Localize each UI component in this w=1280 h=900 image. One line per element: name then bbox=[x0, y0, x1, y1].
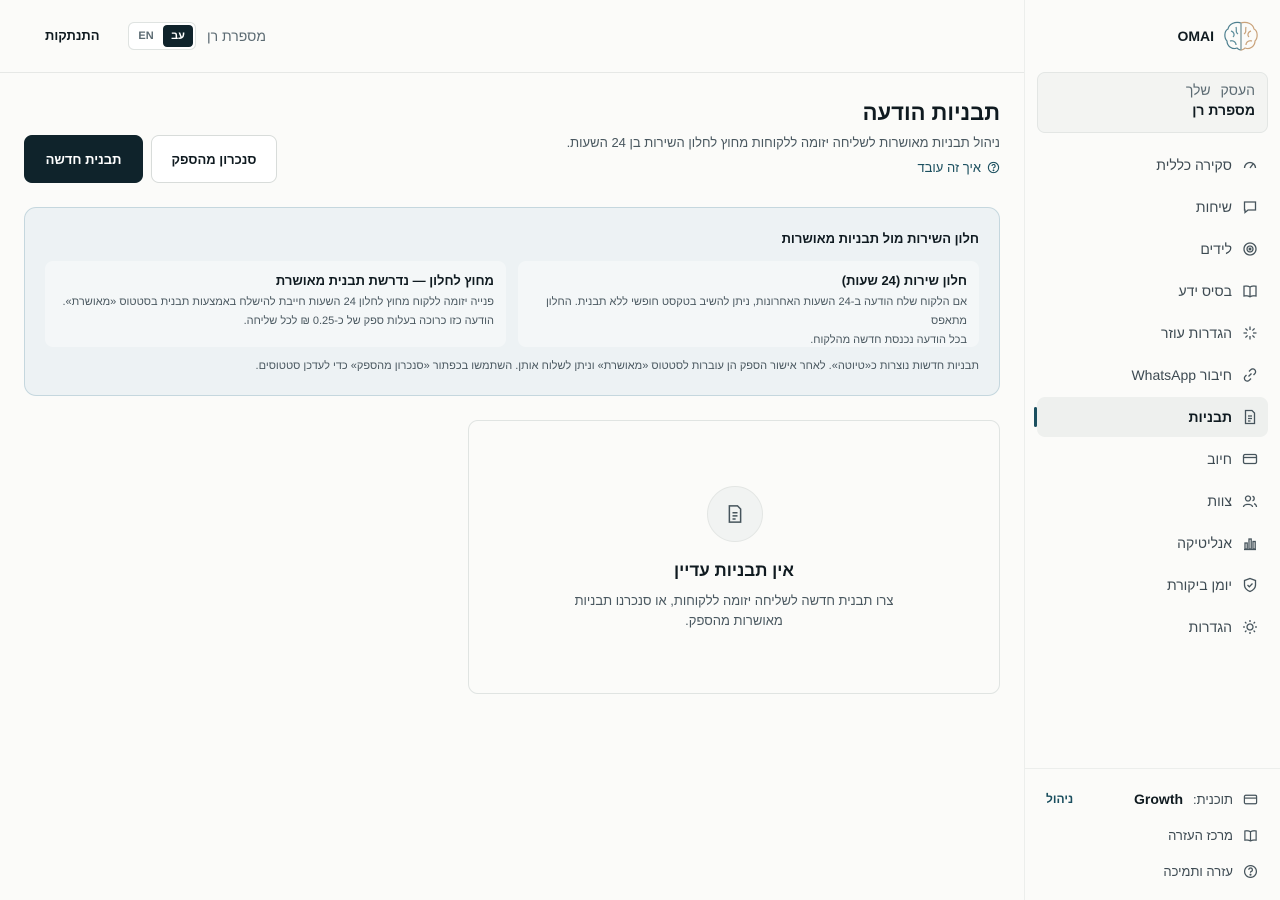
sidebar-nav: סקירה כללית שיחות לידים בסיס ידע הגדרות … bbox=[1034, 145, 1268, 649]
business-label: העסק שלך bbox=[1185, 82, 1255, 98]
chat-icon bbox=[1242, 199, 1258, 215]
outside-window-card: מחוץ לחלון — נדרשת תבנית מאושרת פנייה יז… bbox=[45, 261, 506, 347]
how-it-works-link[interactable]: איך זה עובד bbox=[917, 160, 1000, 175]
credit-card-icon bbox=[1243, 792, 1258, 807]
empty-state-text: צרו תבנית חדשה לשליחה יזומה ללקוחות, או … bbox=[574, 593, 894, 628]
sync-provider-button[interactable]: סנכרון מהספק bbox=[151, 135, 277, 183]
sidebar-item-label: תבניות bbox=[1188, 409, 1232, 425]
document-icon bbox=[725, 504, 745, 524]
page-title: תבניות הודעה bbox=[862, 100, 1000, 125]
plan-row: תוכנית: Growth ניהול bbox=[1024, 781, 1280, 817]
empty-state-title: אין תבניות עדיין bbox=[674, 561, 794, 580]
brand[interactable]: OMAI bbox=[1045, 18, 1260, 54]
info-note: תבניות חדשות נוצרות כ«טיוטה». לאחר אישור… bbox=[255, 360, 979, 372]
help-circle-icon bbox=[987, 161, 1000, 174]
book-icon bbox=[1243, 828, 1258, 843]
support-link[interactable]: עזרה ותמיכה bbox=[1024, 853, 1280, 889]
sidebar-item-whatsapp[interactable]: חיבור WhatsApp bbox=[1037, 355, 1268, 395]
lang-he-button[interactable]: עב bbox=[163, 25, 193, 47]
page-subtitle: ניהול תבניות מאושרות לשליחה יזומה ללקוחו… bbox=[566, 135, 1000, 150]
sidebar-item-label: יומן ביקורת bbox=[1166, 577, 1232, 593]
logout-button[interactable]: התנתקות bbox=[45, 28, 100, 43]
sidebar-item-label: לידים bbox=[1200, 241, 1232, 257]
how-it-works-label: איך זה עובד bbox=[917, 160, 981, 175]
plan-name: Growth bbox=[1134, 791, 1184, 807]
bar-chart-icon bbox=[1242, 535, 1258, 551]
sidebar-item-label: בסיס ידע bbox=[1178, 283, 1232, 299]
credit-card-icon bbox=[1242, 451, 1258, 467]
book-icon bbox=[1242, 283, 1258, 299]
header-business-name: מספרת רן bbox=[207, 28, 266, 44]
sidebar-item-team[interactable]: צוות bbox=[1037, 481, 1268, 521]
plan-label: תוכנית: bbox=[1193, 791, 1233, 807]
empty-state-icon-badge bbox=[707, 486, 763, 542]
support-label: עזרה ותמיכה bbox=[1163, 863, 1233, 879]
info-title: חלון השירות מול תבניות מאושרות bbox=[781, 231, 979, 246]
sidebar-item-label: הגדרות bbox=[1188, 619, 1232, 635]
sidebar-footer: תוכנית: Growth ניהול מרכז העזרה עזרה ותמ… bbox=[1024, 768, 1280, 900]
help-center-link[interactable]: מרכז העזרה bbox=[1024, 817, 1280, 853]
card-text-line: אם הלקוח שלח הודעה ב-24 השעות האחרונות, … bbox=[545, 296, 967, 327]
service-window-card: חלון שירות (24 שעות) אם הלקוח שלח הודעה … bbox=[518, 261, 979, 347]
service-window-info: חלון השירות מול תבניות מאושרות חלון שירו… bbox=[24, 207, 1000, 396]
sidebar-item-assistant-settings[interactable]: הגדרות עוזר bbox=[1037, 313, 1268, 353]
card-title: מחוץ לחלון — נדרשת תבנית מאושרת bbox=[275, 273, 494, 288]
sidebar-item-audit-log[interactable]: יומן ביקורת bbox=[1037, 565, 1268, 605]
sidebar-item-label: שיחות bbox=[1195, 199, 1232, 215]
users-icon bbox=[1242, 493, 1258, 509]
top-header: מספרת רן EN עב התנתקות bbox=[0, 0, 1024, 73]
business-name: מספרת רן bbox=[1192, 102, 1255, 118]
card-text-line: הודעה כזו כרוכה בעלות ספק של כ-0.25 ₪ לכ… bbox=[243, 315, 494, 327]
sidebar-item-label: אנליטיקה bbox=[1177, 535, 1232, 551]
help-center-label: מרכז העזרה bbox=[1168, 827, 1233, 843]
sidebar-item-label: חיוב bbox=[1207, 451, 1232, 467]
card-text-line: פנייה יזומה ללקוח מחוץ לחלון 24 השעות חי… bbox=[62, 296, 494, 308]
sidebar-item-label: סקירה כללית bbox=[1156, 157, 1232, 173]
manage-plan-link[interactable]: ניהול bbox=[1046, 792, 1073, 806]
sidebar-item-label: צוות bbox=[1207, 493, 1232, 509]
brand-name: OMAI bbox=[1177, 28, 1214, 44]
sidebar-item-templates[interactable]: תבניות bbox=[1034, 397, 1268, 437]
sidebar-item-label: חיבור WhatsApp bbox=[1131, 367, 1232, 383]
help-circle-icon bbox=[1243, 864, 1258, 879]
sidebar: OMAI העסק שלך מספרת רן סקירה כללית שיחות… bbox=[1024, 0, 1280, 900]
brain-icon bbox=[1222, 19, 1260, 53]
sparkle-icon bbox=[1242, 325, 1258, 341]
card-title: חלון שירות (24 שעות) bbox=[841, 273, 967, 288]
new-template-button[interactable]: תבנית חדשה bbox=[24, 135, 143, 183]
sidebar-item-label: הגדרות עוזר bbox=[1160, 325, 1232, 341]
sidebar-item-knowledge-base[interactable]: בסיס ידע bbox=[1037, 271, 1268, 311]
link-icon bbox=[1242, 367, 1258, 383]
sidebar-item-leads[interactable]: לידים bbox=[1037, 229, 1268, 269]
language-toggle[interactable]: EN עב bbox=[128, 22, 196, 50]
sun-gear-icon bbox=[1242, 619, 1258, 635]
sidebar-item-analytics[interactable]: אנליטיקה bbox=[1037, 523, 1268, 563]
shield-icon bbox=[1242, 577, 1258, 593]
document-icon bbox=[1242, 409, 1258, 425]
gauge-icon bbox=[1242, 157, 1258, 173]
card-text-line: בכל הודעה נכנסת חדשה מהלקוח. bbox=[810, 334, 967, 346]
target-icon bbox=[1242, 241, 1258, 257]
sidebar-item-settings[interactable]: הגדרות bbox=[1037, 607, 1268, 647]
sidebar-item-overview[interactable]: סקירה כללית bbox=[1037, 145, 1268, 185]
lang-en-button[interactable]: EN bbox=[131, 25, 161, 47]
sidebar-item-billing[interactable]: חיוב bbox=[1037, 439, 1268, 479]
empty-state: אין תבניות עדיין צרו תבנית חדשה לשליחה י… bbox=[468, 420, 1000, 694]
sidebar-item-conversations[interactable]: שיחות bbox=[1037, 187, 1268, 227]
business-switcher[interactable]: העסק שלך מספרת רן bbox=[1037, 72, 1268, 133]
